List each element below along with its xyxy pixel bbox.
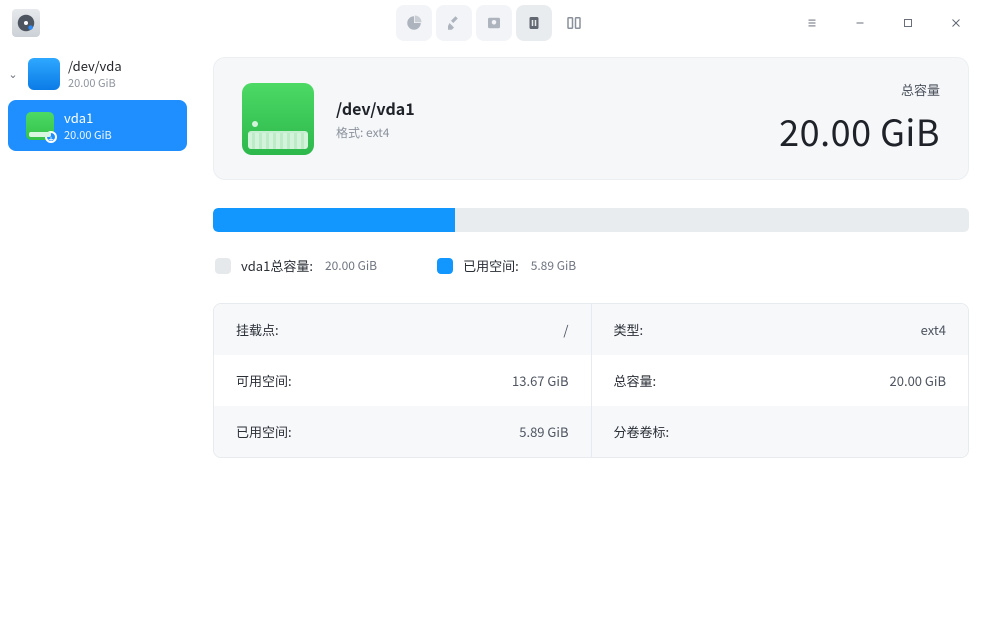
legend-swatch — [215, 258, 231, 274]
content: /dev/vda1 格式: ext4 总容量 20.00 GiB vda1总容量… — [195, 45, 987, 636]
app-icon — [12, 9, 40, 37]
chevron-down-icon[interactable]: ⌄ — [6, 66, 20, 82]
disk-action-icon[interactable] — [476, 5, 512, 41]
main: ⌄ /dev/vda 20.00 GiB + vda1 20.00 GiB /d… — [0, 45, 987, 636]
disk-size: 20.00 GiB — [68, 75, 122, 91]
legend-value: 5.89 GiB — [531, 257, 576, 274]
summary-card: /dev/vda1 格式: ext4 总容量 20.00 GiB — [213, 57, 969, 180]
toolbar — [396, 5, 592, 41]
table-row: 可用空间: 13.67 GiB 总容量: 20.00 GiB — [214, 355, 968, 406]
legend-label: vda1总容量: — [241, 256, 313, 275]
table-cell: 挂载点: / — [214, 304, 592, 355]
table-row: 挂载点: / 类型: ext4 — [214, 304, 968, 355]
minimize-icon[interactable] — [837, 5, 883, 41]
details-table: 挂载点: / 类型: ext4 可用空间: 13.67 GiB 总容量: 20.00 GiB 已… — [213, 303, 969, 458]
cell-value: / — [563, 320, 568, 339]
table-row: 已用空间: 5.89 GiB 分卷卷标: — [214, 406, 968, 457]
legend-value: 20.00 GiB — [325, 257, 377, 274]
table-cell: 已用空间: 5.89 GiB — [214, 406, 592, 457]
table-cell: 可用空间: 13.67 GiB — [214, 355, 592, 406]
sidebar-partition[interactable]: + vda1 20.00 GiB — [8, 100, 187, 151]
cell-key: 可用空间: — [236, 371, 292, 390]
usage-legend: vda1总容量: 20.00 GiB 已用空间: 5.89 GiB — [213, 256, 969, 275]
disk-icon — [28, 58, 60, 90]
cell-key: 类型: — [614, 320, 644, 339]
usage-section: vda1总容量: 20.00 GiB 已用空间: 5.89 GiB — [213, 208, 969, 275]
disk-name: /dev/vda — [68, 56, 122, 75]
usage-bar — [213, 208, 969, 232]
usage-bar-fill — [213, 208, 455, 232]
partition-name: vda1 — [64, 108, 112, 127]
cell-key: 挂载点: — [236, 320, 279, 339]
sidebar: ⌄ /dev/vda 20.00 GiB + vda1 20.00 GiB — [0, 45, 195, 636]
legend-label: 已用空间: — [463, 256, 519, 275]
titlebar — [0, 0, 987, 45]
partition-icon: + — [26, 112, 54, 140]
broom-icon[interactable] — [436, 5, 472, 41]
table-cell: 总容量: 20.00 GiB — [592, 355, 969, 406]
partition-size: 20.00 GiB — [64, 127, 112, 143]
cell-key: 分卷卷标: — [614, 422, 670, 441]
legend-item: 已用空间: 5.89 GiB — [437, 256, 576, 275]
table-cell: 类型: ext4 — [592, 304, 969, 355]
legend-item: vda1总容量: 20.00 GiB — [215, 256, 377, 275]
volume-icon — [242, 83, 314, 155]
cell-value: 20.00 GiB — [890, 371, 946, 390]
volume-title: /dev/vda1 — [336, 96, 415, 120]
menu-icon[interactable] — [789, 5, 835, 41]
table-cell: 分卷卷标: — [592, 406, 969, 457]
volume-format: 格式: ext4 — [336, 124, 415, 141]
legend-swatch — [437, 258, 453, 274]
compare-icon[interactable] — [556, 5, 592, 41]
cell-key: 总容量: — [614, 371, 657, 390]
maximize-icon[interactable] — [885, 5, 931, 41]
cell-value: 13.67 GiB — [512, 371, 568, 390]
pie-icon[interactable] — [396, 5, 432, 41]
cell-value: 5.89 GiB — [519, 422, 568, 441]
window-controls — [789, 5, 979, 41]
total-value: 20.00 GiB — [779, 105, 940, 157]
cell-value: ext4 — [921, 320, 946, 339]
total-label: 总容量 — [779, 80, 940, 99]
cell-key: 已用空间: — [236, 422, 292, 441]
sidebar-disk[interactable]: ⌄ /dev/vda 20.00 GiB — [0, 53, 195, 94]
delete-icon[interactable] — [516, 5, 552, 41]
close-icon[interactable] — [933, 5, 979, 41]
